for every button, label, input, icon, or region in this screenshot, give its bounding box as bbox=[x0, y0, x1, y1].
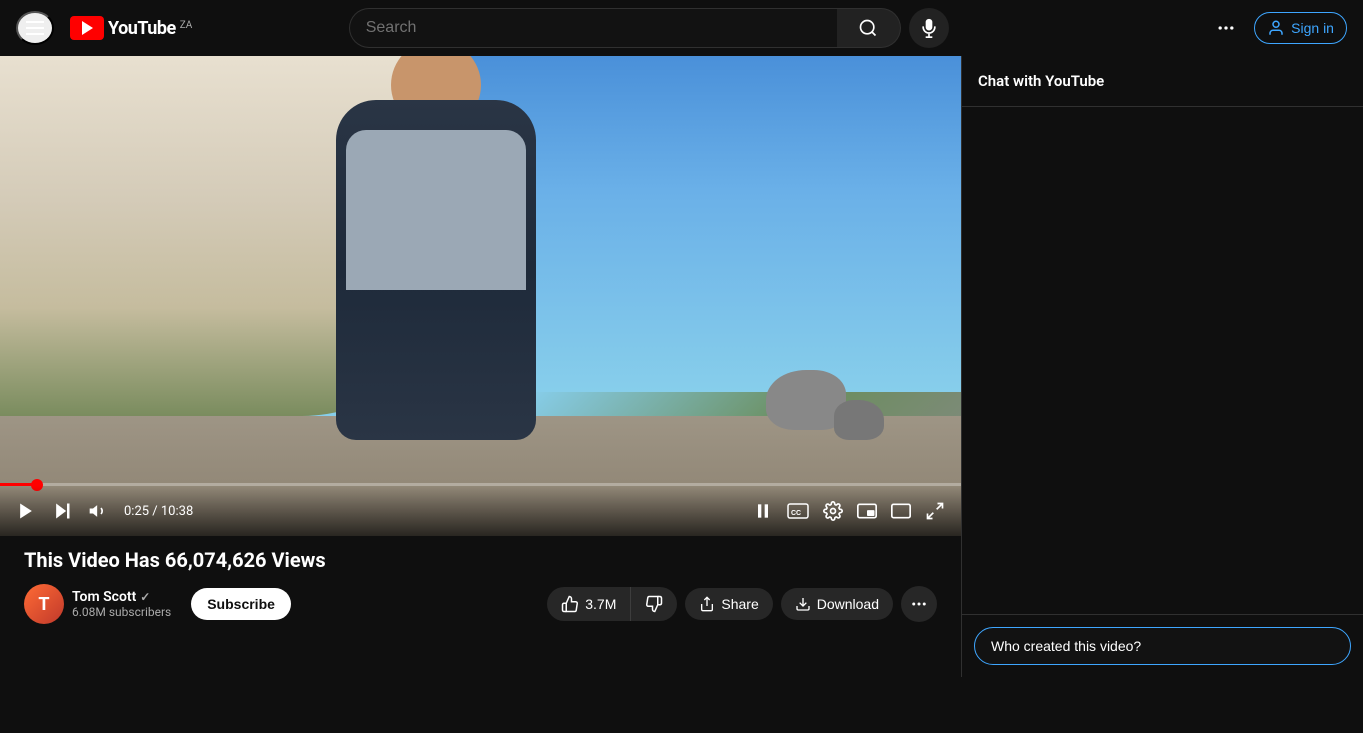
search-bar bbox=[349, 8, 901, 48]
person bbox=[336, 100, 536, 440]
svg-text:CC: CC bbox=[791, 510, 801, 517]
channel-avatar[interactable]: T bbox=[24, 584, 64, 624]
chat-body bbox=[962, 107, 1363, 614]
time-display: 0:25 / 10:38 bbox=[124, 504, 193, 519]
youtube-logo[interactable]: YouTube ZA bbox=[70, 16, 192, 40]
more-actions-button[interactable] bbox=[901, 586, 937, 622]
search-area bbox=[349, 8, 949, 48]
header-right: Sign in bbox=[1206, 8, 1347, 48]
like-dislike-group: 3.7M bbox=[547, 587, 677, 621]
video-title: This Video Has 66,074,626 Views bbox=[24, 548, 937, 572]
pause-indicator[interactable] bbox=[749, 497, 777, 525]
video-controls: 0:25 / 10:38 CC bbox=[0, 486, 961, 536]
chat-panel: Chat with YouTube bbox=[961, 56, 1363, 677]
next-button[interactable] bbox=[48, 497, 76, 525]
menu-button[interactable] bbox=[16, 11, 54, 45]
header-left: YouTube ZA bbox=[16, 11, 216, 45]
header: YouTube ZA bbox=[0, 0, 1363, 56]
subscriber-count: 6.08M subscribers bbox=[72, 605, 171, 619]
settings-button[interactable] bbox=[819, 497, 847, 525]
video-thumbnail bbox=[0, 56, 961, 536]
more-options-button[interactable] bbox=[1206, 8, 1246, 48]
share-button[interactable]: Share bbox=[685, 588, 772, 620]
video-section: 0:25 / 10:38 CC bbox=[0, 56, 961, 677]
like-button[interactable]: 3.7M bbox=[547, 587, 631, 621]
theater-button[interactable] bbox=[887, 499, 915, 523]
channel-name: Tom Scott ✓ bbox=[72, 589, 171, 605]
logo-text: YouTube bbox=[108, 18, 176, 39]
share-label: Share bbox=[721, 596, 758, 612]
main-content: 0:25 / 10:38 CC bbox=[0, 56, 1363, 677]
volume-button[interactable] bbox=[84, 497, 112, 525]
fullscreen-button[interactable] bbox=[921, 497, 949, 525]
captions-button[interactable]: CC bbox=[783, 499, 813, 523]
youtube-logo-icon bbox=[70, 16, 104, 40]
channel-info: Tom Scott ✓ 6.08M subscribers bbox=[72, 589, 171, 619]
rock2 bbox=[834, 400, 884, 440]
play-button[interactable] bbox=[12, 497, 40, 525]
video-info: This Video Has 66,074,626 Views T Tom Sc… bbox=[0, 536, 961, 636]
voice-search-button[interactable] bbox=[909, 8, 949, 48]
download-button[interactable]: Download bbox=[781, 588, 893, 620]
search-input[interactable] bbox=[349, 8, 837, 48]
chat-input-area bbox=[962, 614, 1363, 677]
controls-right: CC bbox=[749, 497, 949, 525]
sign-in-button[interactable]: Sign in bbox=[1254, 12, 1347, 44]
video-player[interactable]: 0:25 / 10:38 CC bbox=[0, 56, 961, 536]
person-body bbox=[336, 100, 536, 440]
search-button[interactable] bbox=[837, 8, 901, 48]
video-meta: T Tom Scott ✓ 6.08M subscribers Subscrib… bbox=[24, 584, 937, 624]
subscribe-button[interactable]: Subscribe bbox=[191, 588, 291, 620]
sign-in-label: Sign in bbox=[1291, 20, 1334, 36]
like-count: 3.7M bbox=[585, 596, 616, 612]
person-hoodie bbox=[346, 130, 526, 290]
dislike-button[interactable] bbox=[631, 587, 677, 621]
logo-country: ZA bbox=[180, 20, 193, 31]
chat-header: Chat with YouTube bbox=[962, 56, 1363, 107]
download-label: Download bbox=[817, 596, 879, 612]
action-buttons: 3.7M bbox=[547, 586, 937, 622]
miniplayer-button[interactable] bbox=[853, 499, 881, 523]
verified-icon: ✓ bbox=[140, 590, 150, 604]
chat-input[interactable] bbox=[974, 627, 1351, 665]
